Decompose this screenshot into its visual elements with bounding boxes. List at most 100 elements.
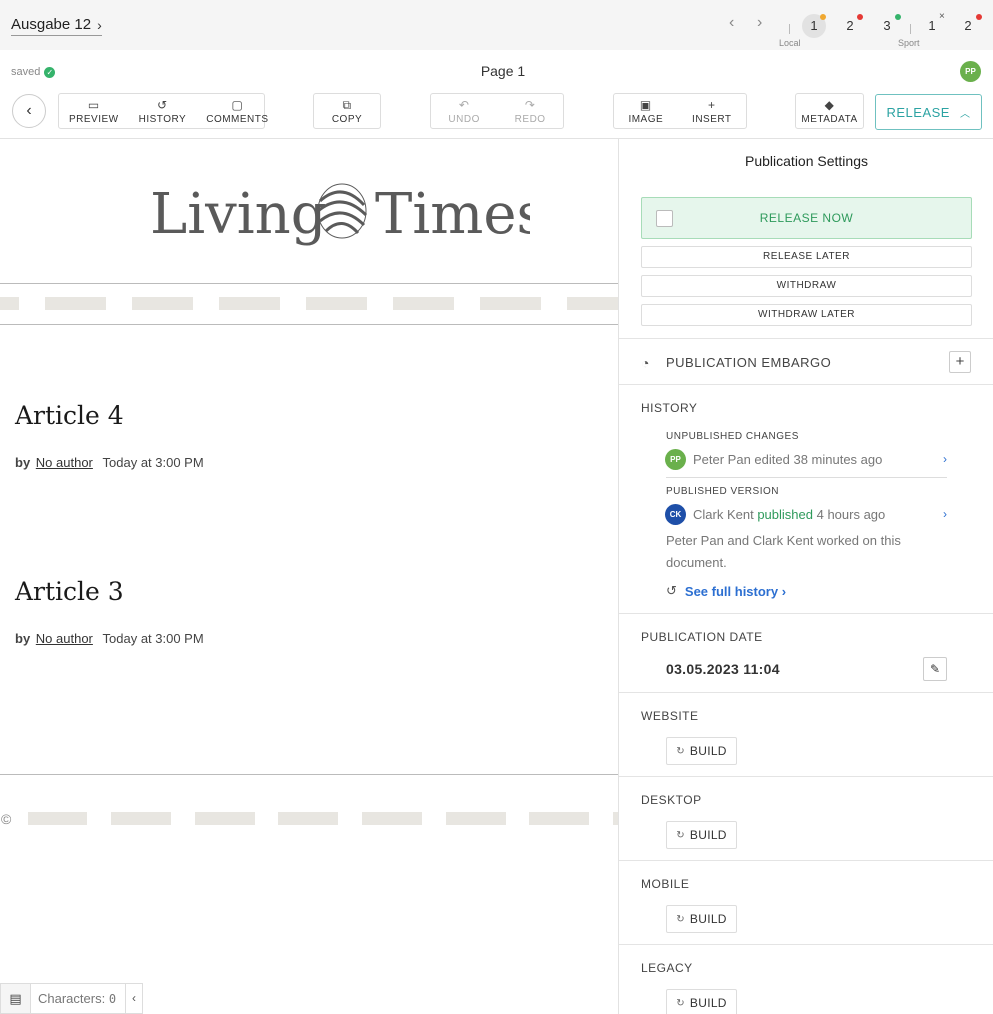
page-tab-sport-2[interactable]: 2 bbox=[956, 17, 980, 41]
page-group-label-local: Local bbox=[779, 38, 801, 48]
issue-selector[interactable]: Ausgabe 12 › bbox=[11, 16, 102, 36]
preview-button[interactable]: ▭ PREVIEW bbox=[59, 94, 129, 128]
undo-label: UNDO bbox=[448, 113, 480, 125]
footer-placeholder bbox=[446, 812, 506, 825]
refresh-icon: ↻ bbox=[676, 745, 685, 757]
channel-label-mobile: MOBILE bbox=[641, 877, 690, 891]
characters-value: 0 bbox=[108, 992, 117, 1006]
view-button-group: ▭ PREVIEW ↺ HISTORY ▢ COMMENTS bbox=[58, 93, 268, 129]
character-counter-bar: ▤ Characters: 0 ‹ bbox=[0, 983, 143, 1014]
article-title[interactable]: Article 3 bbox=[15, 577, 124, 606]
page-status-dot bbox=[820, 14, 826, 20]
redo-button[interactable]: ↷ REDO bbox=[505, 94, 556, 128]
build-mobile-button[interactable]: ↻ BUILD bbox=[666, 905, 737, 933]
withdraw-button[interactable]: WITHDRAW bbox=[641, 275, 972, 297]
release-label: RELEASE bbox=[886, 104, 950, 120]
channel-label-legacy: LEGACY bbox=[641, 961, 693, 975]
copy-icon: ⧉ bbox=[342, 97, 352, 112]
author-link[interactable]: No author bbox=[36, 631, 93, 646]
build-label: BUILD bbox=[689, 996, 727, 1010]
section-divider bbox=[619, 613, 993, 614]
footer-placeholder bbox=[195, 812, 255, 825]
plus-icon: + bbox=[955, 353, 965, 370]
history-item-text: Clark Kent published 4 hours ago bbox=[693, 507, 943, 522]
user-avatar[interactable]: PP bbox=[960, 61, 981, 82]
release-button[interactable]: RELEASE ︿ bbox=[875, 94, 982, 130]
edit-date-button[interactable]: ✎ bbox=[923, 657, 947, 681]
page-title: Page 1 bbox=[480, 63, 526, 79]
issue-navigation-bar: Ausgabe 12 › ‹ › 1 2 Local 3 1 × 2 Sport bbox=[0, 0, 993, 50]
add-embargo-button[interactable]: + bbox=[949, 351, 971, 373]
refresh-icon: ↻ bbox=[676, 829, 685, 841]
metadata-button[interactable]: ◆ METADATA bbox=[791, 94, 867, 128]
by-label: by bbox=[15, 455, 31, 470]
insert-button-group: ▣ IMAGE + INSERT bbox=[613, 93, 747, 129]
history-button[interactable]: ↺ HISTORY bbox=[129, 94, 197, 128]
monitor-icon: ▭ bbox=[87, 97, 100, 112]
document-icon[interactable]: ▤ bbox=[1, 984, 31, 1013]
copy-button[interactable]: ⧉ COPY bbox=[322, 94, 372, 128]
image-button[interactable]: ▣ IMAGE bbox=[618, 94, 673, 128]
build-label: BUILD bbox=[689, 828, 727, 842]
insert-label: INSERT bbox=[692, 113, 732, 125]
unpublished-history-item[interactable]: PP Peter Pan edited 38 minutes ago › bbox=[665, 447, 947, 471]
see-full-history-link[interactable]: ↺ See full history › bbox=[666, 583, 786, 599]
published-history-item[interactable]: CK Clark Kent published 4 hours ago › bbox=[665, 502, 947, 526]
publication-date-label: PUBLICATION DATE bbox=[641, 630, 763, 644]
preview-label: PREVIEW bbox=[69, 113, 119, 125]
article-byline: by No author Today at 3:00 PM bbox=[15, 455, 204, 470]
nav-placeholder bbox=[480, 297, 541, 310]
avatar: PP bbox=[665, 448, 686, 470]
published-version-label: PUBLISHED VERSION bbox=[666, 486, 779, 497]
release-now-checkbox[interactable] bbox=[656, 210, 673, 227]
build-website-button[interactable]: ↻ BUILD bbox=[666, 737, 737, 765]
undo-button[interactable]: ↶ UNDO bbox=[438, 94, 489, 128]
page-canvas[interactable]: Living Times Article 4 by No author Toda… bbox=[0, 139, 618, 1014]
living-times-logo: Living Times bbox=[150, 182, 545, 247]
nav-placeholder bbox=[393, 297, 454, 310]
undo-redo-group: ↶ UNDO ↷ REDO bbox=[430, 93, 564, 129]
footer-placeholder bbox=[28, 812, 87, 825]
build-desktop-button[interactable]: ↻ BUILD bbox=[666, 821, 737, 849]
publication-settings-panel: Publication Settings RELEASE NOW RELEASE… bbox=[618, 139, 993, 1014]
unpublished-changes-label: UNPUBLISHED CHANGES bbox=[666, 431, 799, 442]
nav-placeholder bbox=[567, 297, 618, 310]
previous-page-arrow-icon[interactable]: ‹ bbox=[729, 14, 734, 32]
build-legacy-button[interactable]: ↻ BUILD bbox=[666, 989, 737, 1014]
page-tab-sport-3[interactable]: 3 bbox=[875, 17, 899, 41]
character-count: Characters: 0 bbox=[31, 991, 125, 1006]
chevron-right-icon: › bbox=[943, 507, 947, 521]
page-tab-local-2[interactable]: 2 bbox=[838, 17, 862, 41]
chevron-right-icon: › bbox=[97, 16, 102, 33]
next-page-arrow-icon[interactable]: › bbox=[757, 14, 762, 32]
comments-button[interactable]: ▢ COMMENTS bbox=[196, 94, 278, 128]
author-link[interactable]: No author bbox=[36, 455, 93, 470]
nav-placeholder bbox=[306, 297, 367, 310]
tag-icon: ◆ bbox=[824, 97, 835, 112]
back-button[interactable]: ‹ bbox=[12, 94, 46, 128]
newspaper-logo: Living Times bbox=[150, 179, 545, 259]
release-later-button[interactable]: RELEASE LATER bbox=[641, 246, 972, 268]
article-title[interactable]: Article 4 bbox=[15, 401, 124, 430]
publisher-name: Clark Kent bbox=[693, 506, 754, 522]
published-status: published bbox=[757, 506, 813, 522]
chevron-up-icon: ︿ bbox=[959, 108, 971, 120]
metadata-button-group: ◆ METADATA bbox=[795, 93, 864, 129]
comment-icon: ▢ bbox=[231, 97, 244, 112]
withdraw-later-button[interactable]: WITHDRAW LATER bbox=[641, 304, 972, 326]
nav-placeholder bbox=[0, 297, 19, 310]
release-now-option[interactable]: RELEASE NOW bbox=[641, 197, 972, 239]
refresh-icon: ↻ bbox=[676, 997, 685, 1009]
check-icon: ✓ bbox=[44, 66, 56, 78]
issue-label: Ausgabe 12 bbox=[11, 16, 92, 33]
characters-label: Characters: bbox=[38, 991, 106, 1006]
image-icon: ▣ bbox=[639, 97, 652, 112]
history-separator bbox=[666, 477, 947, 478]
section-divider bbox=[619, 944, 993, 945]
history-clock-icon: ↺ bbox=[666, 583, 677, 598]
channel-label-desktop: DESKTOP bbox=[641, 793, 702, 807]
chevron-left-icon: ‹ bbox=[132, 991, 136, 1005]
collapse-counter-button[interactable]: ‹ bbox=[125, 984, 142, 1013]
insert-button[interactable]: + INSERT bbox=[682, 94, 742, 128]
page-group-separator bbox=[789, 24, 790, 34]
